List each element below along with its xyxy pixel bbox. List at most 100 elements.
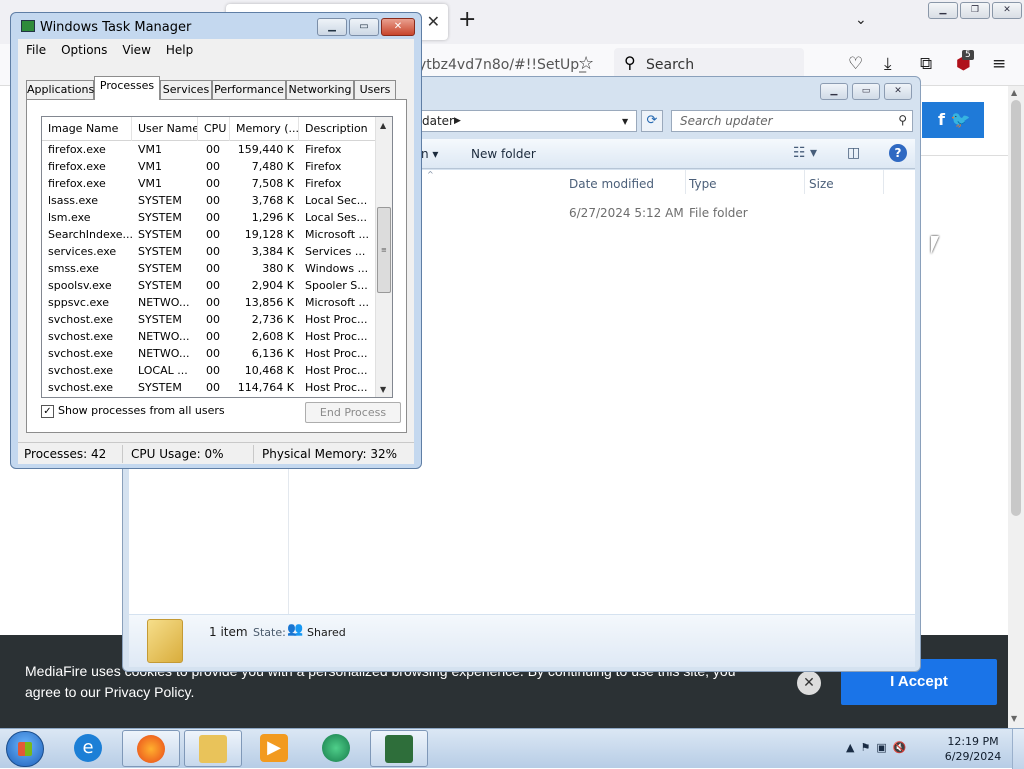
task-manager-icon: [385, 735, 413, 763]
new-folder-button[interactable]: New folder: [471, 147, 536, 161]
tab-performance[interactable]: Performance: [212, 80, 286, 99]
close-icon[interactable]: ✕: [797, 671, 821, 695]
pocket-icon[interactable]: ♡: [848, 54, 863, 74]
maximize-button[interactable]: ▭: [852, 83, 880, 100]
scrollbar-thumb[interactable]: [1011, 100, 1021, 516]
media-player-taskbar-button[interactable]: ▶: [246, 730, 304, 767]
column-date-modified[interactable]: Date modified: [569, 177, 654, 191]
task-manager-taskbar-button[interactable]: [370, 730, 428, 767]
process-user: SYSTEM: [138, 211, 182, 224]
table-row[interactable]: spoolsv.exe SYSTEM 00 2,904 K Spooler S...: [42, 278, 377, 295]
internet-explorer-taskbar-button[interactable]: e: [60, 730, 118, 767]
column-divider[interactable]: [804, 170, 805, 194]
table-row[interactable]: svchost.exe SYSTEM 00 114,764 K Host Proc...: [42, 380, 377, 397]
new-tab-button[interactable]: +: [458, 8, 476, 32]
tab-networking[interactable]: Networking: [286, 80, 354, 99]
menu-icon[interactable]: ≡: [992, 54, 1006, 74]
breadcrumb[interactable]: dater: [422, 114, 454, 128]
process-cpu: 00: [206, 330, 220, 343]
end-process-button[interactable]: End Process: [305, 402, 401, 423]
process-name: svchost.exe: [48, 330, 114, 343]
extensions-icon[interactable]: ⧉: [920, 54, 932, 74]
download-icon[interactable]: ⤓: [884, 54, 892, 74]
table-row[interactable]: svchost.exe NETWO... 00 6,136 K Host Proc...: [42, 346, 377, 363]
table-row[interactable]: services.exe SYSTEM 00 3,384 K Services ...: [42, 244, 377, 261]
table-row[interactable]: lsm.exe SYSTEM 00 1,296 K Local Ses...: [42, 210, 377, 227]
url-bar[interactable]: ytbz4vd7n8o/#!!SetUp_: [418, 51, 604, 79]
column-divider[interactable]: [883, 170, 884, 194]
start-button[interactable]: [6, 731, 44, 767]
maximize-button[interactable]: ▭: [349, 18, 379, 36]
refresh-button[interactable]: ⟳: [641, 110, 663, 132]
tab-processes[interactable]: Processes: [94, 76, 160, 100]
restore-button[interactable]: ❐: [960, 2, 990, 19]
breadcrumb-arrow-icon[interactable]: ▶: [454, 116, 461, 126]
table-row[interactable]: firefox.exe VM1 00 159,440 K Firefox: [42, 142, 377, 159]
column-divider[interactable]: [685, 170, 686, 194]
minimize-button[interactable]: ▁: [820, 83, 848, 100]
view-options-icon[interactable]: ☷ ▾: [793, 145, 817, 161]
menu-options[interactable]: Options: [53, 39, 114, 61]
scroll-down-icon[interactable]: ▼: [1011, 714, 1017, 723]
tab-users[interactable]: Users: [354, 80, 396, 99]
volume-muted-icon[interactable]: 🔇: [893, 741, 913, 754]
network-icon[interactable]: ▣: [876, 741, 892, 754]
process-memory: 3,768 K: [251, 194, 294, 207]
bookmark-star-icon[interactable]: ☆: [578, 53, 594, 74]
column-memory[interactable]: Memory (...: [230, 117, 299, 141]
column-type[interactable]: Type: [689, 177, 717, 191]
firefox-taskbar-button[interactable]: [122, 730, 180, 767]
toolbar-menu-arrow[interactable]: n ▾: [421, 147, 438, 161]
row-type[interactable]: File folder: [689, 206, 748, 220]
page-scrollbar[interactable]: ▲ ▼: [1008, 86, 1024, 728]
column-image-name[interactable]: Image Name: [42, 117, 132, 141]
column-description[interactable]: Description: [299, 117, 377, 141]
tab-close-icon[interactable]: ✕: [427, 12, 440, 31]
table-row[interactable]: svchost.exe NETWO... 00 2,608 K Host Proc...: [42, 329, 377, 346]
address-bar[interactable]: dater ▶ ▼: [419, 110, 637, 132]
row-date-modified[interactable]: 6/27/2024 5:12 AM: [569, 206, 684, 220]
chevron-down-icon[interactable]: ⌄: [855, 12, 867, 28]
menu-view[interactable]: View: [114, 39, 157, 61]
search-input[interactable]: Search updater ⚲: [671, 110, 913, 132]
show-desktop-button[interactable]: [1012, 729, 1024, 769]
close-button[interactable]: ✕: [381, 18, 415, 36]
minimize-button[interactable]: ▁: [317, 18, 347, 36]
table-row[interactable]: SearchIndexe... SYSTEM 00 19,128 K Microsoft…: [42, 227, 377, 244]
column-user-name[interactable]: User Name: [132, 117, 198, 141]
tab-applications[interactable]: Applications: [26, 80, 94, 99]
search-icon[interactable]: ⚲: [898, 113, 907, 127]
tray-expand-icon[interactable]: ▲: [846, 741, 860, 754]
scroll-up-icon[interactable]: ▲: [380, 121, 386, 130]
social-share-buttons[interactable]: f 🐦: [922, 102, 984, 138]
clock[interactable]: 12:19 PM 6/29/2024: [940, 734, 1006, 764]
process-user: SYSTEM: [138, 279, 182, 292]
chevron-down-icon[interactable]: ▼: [622, 117, 628, 126]
preview-pane-icon[interactable]: ◫: [847, 145, 860, 161]
close-button[interactable]: ✕: [884, 83, 912, 100]
close-button[interactable]: ✕: [992, 2, 1022, 19]
table-row[interactable]: sppsvc.exe NETWO... 00 13,856 K Microsoft ..…: [42, 295, 377, 312]
menu-help[interactable]: Help: [158, 39, 200, 61]
column-size[interactable]: Size: [809, 177, 834, 191]
table-row[interactable]: lsass.exe SYSTEM 00 3,768 K Local Sec...: [42, 193, 377, 210]
action-center-flag-icon[interactable]: ⚑: [860, 741, 876, 754]
file-explorer-taskbar-button[interactable]: [184, 730, 242, 767]
table-row[interactable]: firefox.exe VM1 00 7,480 K Firefox: [42, 159, 377, 176]
process-list-scrollbar[interactable]: ▲ ≡ ▼: [375, 117, 392, 397]
minimize-button[interactable]: ▁: [928, 2, 958, 19]
scroll-up-icon[interactable]: ▲: [1011, 88, 1017, 97]
table-row[interactable]: svchost.exe SYSTEM 00 2,736 K Host Proc...: [42, 312, 377, 329]
help-icon[interactable]: ?: [889, 144, 907, 162]
show-all-users-checkbox[interactable]: ✓: [41, 405, 54, 418]
show-all-users-label[interactable]: Show processes from all users: [58, 404, 225, 417]
table-row[interactable]: firefox.exe VM1 00 7,508 K Firefox: [42, 176, 377, 193]
app-taskbar-button[interactable]: [308, 730, 366, 767]
table-row[interactable]: svchost.exe LOCAL ... 00 10,468 K Host Proc.…: [42, 363, 377, 380]
tab-services[interactable]: Services: [160, 80, 212, 99]
table-row[interactable]: smss.exe SYSTEM 00 380 K Windows ...: [42, 261, 377, 278]
scroll-down-icon[interactable]: ▼: [380, 385, 386, 394]
scrollbar-thumb[interactable]: ≡: [377, 207, 391, 293]
menu-file[interactable]: File: [18, 39, 53, 61]
column-cpu[interactable]: CPU: [198, 117, 230, 141]
